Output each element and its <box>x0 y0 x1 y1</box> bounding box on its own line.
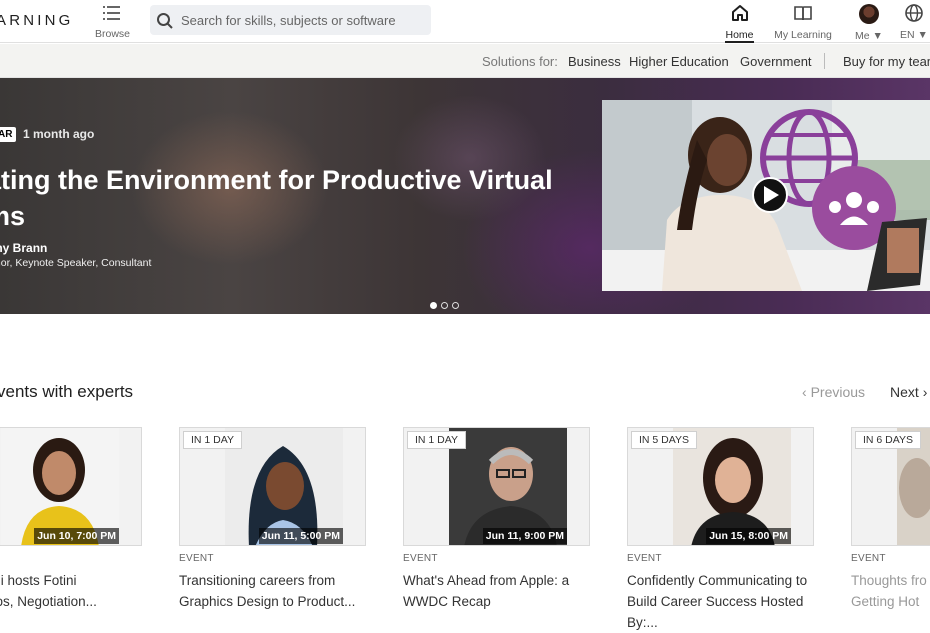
hero-video-thumbnail[interactable] <box>602 100 930 291</box>
brand-logo[interactable]: ARNING <box>0 12 74 29</box>
hero-author: my Brann <box>0 241 48 255</box>
event-datetime: Jun 11, 5:00 PM <box>258 528 343 544</box>
caret-down-icon: ▼ <box>917 29 928 41</box>
event-type: EVENT <box>627 553 662 564</box>
search-input[interactable] <box>181 5 426 35</box>
event-title-line: Confidently Communicating to <box>627 573 808 588</box>
browse-label: Browse <box>95 28 131 40</box>
solutions-label: Solutions for: <box>482 54 558 69</box>
list-icon <box>103 6 120 20</box>
nav-my-learning-label: My Learning <box>774 29 832 41</box>
event-title-line: nopoulos, Negotiation... <box>0 594 97 609</box>
event-title[interactable]: Thoughts fro Getting Hot <box>851 570 930 612</box>
nav-language-label: EN <box>900 29 915 41</box>
hero-title[interactable]: ating the Environment for Productive Vir… <box>0 162 586 234</box>
globe-icon <box>905 4 923 22</box>
event-title-line: WWDC Recap <box>403 594 491 609</box>
nav-me-label: Me <box>855 30 870 42</box>
browse-button[interactable]: Browse <box>95 4 131 40</box>
event-title-line: Getting Hot <box>851 594 920 609</box>
event-title[interactable]: Transitioning careers from Graphics Desi… <box>179 570 362 612</box>
event-datetime: Jun 10, 7:00 PM <box>34 528 119 544</box>
carousel-dots <box>430 296 463 314</box>
hero-illustration <box>602 100 930 291</box>
event-thumbnail[interactable]: IN 1 DAY Jun 11, 9:00 PM <box>403 427 590 546</box>
hero-time: 1 month ago <box>23 127 95 141</box>
hero-author-role: thor, Keynote Speaker, Consultant <box>0 257 152 269</box>
hero-title-text: ating the Environment for Productive Vir… <box>0 165 553 231</box>
event-title-line: Thoughts fro <box>851 573 927 588</box>
event-title-line: Build Career Success Hosted By:... <box>627 594 804 630</box>
carousel-dot-3[interactable] <box>452 302 459 309</box>
event-title-line: Graphics Design to Product... <box>179 594 356 609</box>
divider <box>824 53 825 69</box>
event-card[interactable]: IN 1 DAY Jun 11, 9:00 PM EVENT What's Ah… <box>403 427 590 617</box>
event-card[interactable]: IN 5 DAYS Jun 15, 8:00 PM EVENT Confiden… <box>627 427 814 630</box>
solutions-link-business[interactable]: Business <box>568 54 621 69</box>
top-navigation-bar: ARNING Browse Home My Learning Me ▼ <box>0 0 930 43</box>
event-card[interactable]: Jun 10, 7:00 PM Rezvani hosts Fotini nop… <box>0 427 142 617</box>
event-type: EVENT <box>403 553 438 564</box>
event-thumbnail[interactable]: IN 1 DAY Jun 11, 5:00 PM <box>179 427 366 546</box>
next-label: Next <box>890 384 919 400</box>
carousel-dot-2[interactable] <box>441 302 448 309</box>
nav-my-learning[interactable]: My Learning <box>771 3 835 41</box>
event-title-line: Transitioning careers from <box>179 573 336 588</box>
event-countdown-tag: IN 1 DAY <box>407 431 466 449</box>
nav-home-label: Home <box>725 29 754 41</box>
nav-language-menu[interactable]: EN ▼ <box>900 3 928 41</box>
avatar <box>859 4 879 24</box>
carousel-dot-1[interactable] <box>430 302 437 309</box>
event-title[interactable]: Rezvani hosts Fotini nopoulos, Negotiati… <box>0 570 138 612</box>
hero-type-badge: AR <box>0 127 17 142</box>
section-title: vents with experts <box>0 382 134 401</box>
chevron-left-icon: ‹ <box>802 384 807 400</box>
search-bar[interactable] <box>150 5 431 35</box>
event-title-line: Rezvani hosts Fotini <box>0 573 77 588</box>
event-countdown-tag: IN 6 DAYS <box>855 431 921 449</box>
caret-down-icon: ▼ <box>872 30 883 42</box>
nav-home[interactable]: Home <box>725 3 754 43</box>
previous-button[interactable]: ‹ Previous <box>802 384 865 400</box>
previous-label: Previous <box>810 384 866 400</box>
event-card[interactable]: IN 6 DAYS EVENT Thoughts fro Getting Hot <box>851 427 930 617</box>
event-card[interactable]: IN 1 DAY Jun 11, 5:00 PM EVENT Transitio… <box>179 427 366 617</box>
nav-me-menu[interactable]: Me ▼ <box>850 3 888 42</box>
event-thumbnail[interactable]: Jun 10, 7:00 PM <box>0 427 142 546</box>
event-countdown-tag: IN 5 DAYS <box>631 431 697 449</box>
buy-for-team-link[interactable]: Buy for my team <box>843 54 930 69</box>
next-button[interactable]: Next › <box>890 384 927 400</box>
event-datetime: Jun 11, 9:00 PM <box>482 528 567 544</box>
solutions-link-government[interactable]: Government <box>740 54 812 69</box>
event-title[interactable]: What's Ahead from Apple: a WWDC Recap <box>403 570 586 612</box>
hero-banner[interactable]: AR 1 month ago ating the Environment for… <box>0 78 930 314</box>
solutions-link-higher-education[interactable]: Higher Education <box>629 54 729 69</box>
event-type: EVENT <box>179 553 214 564</box>
event-datetime: Jun 15, 8:00 PM <box>706 528 791 544</box>
event-countdown-tag: IN 1 DAY <box>183 431 242 449</box>
solutions-bar: Solutions for: Business Higher Education… <box>0 44 930 78</box>
event-title-line: What's Ahead from Apple: a <box>403 573 570 588</box>
event-type: EVENT <box>851 553 886 564</box>
book-icon <box>794 6 812 21</box>
event-thumbnail[interactable]: IN 6 DAYS <box>851 427 930 546</box>
event-title[interactable]: Confidently Communicating to Build Caree… <box>627 570 810 633</box>
search-icon <box>157 13 173 29</box>
home-icon <box>731 5 748 21</box>
chevron-right-icon: › <box>922 384 928 400</box>
event-thumbnail[interactable]: IN 5 DAYS Jun 15, 8:00 PM <box>627 427 814 546</box>
